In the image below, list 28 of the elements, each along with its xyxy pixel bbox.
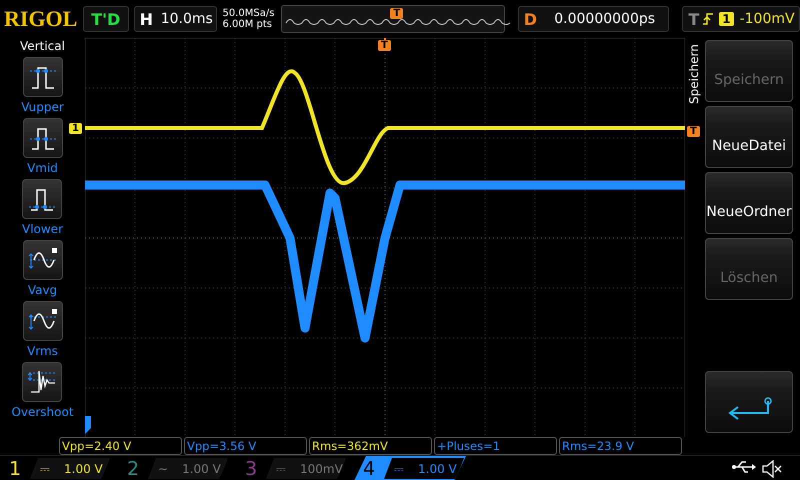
timebase-field[interactable]: H 10.0ms [134,6,218,32]
measurement-readout: Vpp=2.40 V [59,437,182,455]
back-button[interactable] [705,371,793,433]
channel-marker: 1 [69,123,82,134]
menu-title: Vertical [20,39,65,53]
menu-button[interactable]: NeueDatei [705,106,793,168]
mute-icon [762,460,782,478]
menu-title: Speichern [687,43,701,104]
trigger-source: 1 [719,12,734,26]
sample-rate: 50.0MSa/s [222,8,276,19]
delay-field[interactable]: D 0.00000000ps [518,6,670,32]
memory-depth: 6.00M pts [222,19,274,30]
usb-icon [732,460,756,474]
menu-button[interactable]: NeueOrdner [705,172,793,234]
measurement-readout: Rms=23.9 V [559,437,682,455]
measurement-readout: Vpp=3.56 V [184,437,307,455]
measurement-readout: +Pluses=1 [434,437,557,455]
trigger-position-marker: T [390,8,404,19]
brand-logo: RIGOL [4,6,78,32]
run-status: T'D [91,10,120,28]
channel-tab[interactable]: 4 ⎓ 1.00 V [354,456,466,480]
measure-item[interactable]: Overshoot [11,362,74,419]
trigger-level-marker: T [687,126,700,137]
trigger-field[interactable]: T 1 -100mV [682,6,800,32]
measurement-readout: Rms=362mV [309,437,432,455]
ground-marker-icon [85,416,91,434]
trigger-position-marker: T [378,40,391,51]
rising-edge-icon [703,12,714,26]
